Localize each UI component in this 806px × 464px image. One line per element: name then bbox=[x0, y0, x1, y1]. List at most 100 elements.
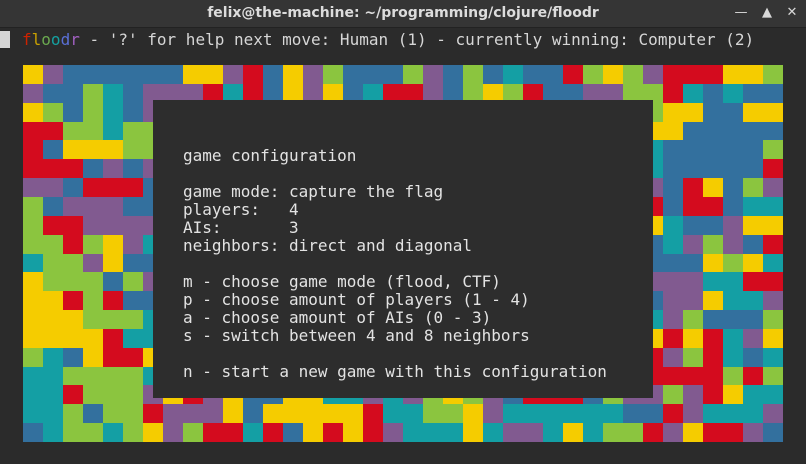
board-cell bbox=[763, 102, 784, 122]
board-cell bbox=[83, 385, 104, 405]
board-cell bbox=[763, 159, 784, 179]
board-cell bbox=[703, 347, 724, 367]
board-cell bbox=[663, 385, 684, 405]
board-cell bbox=[43, 102, 64, 122]
minimize-icon[interactable]: — bbox=[734, 6, 748, 20]
help-ais: a - choose amount of AIs (0 - 3) bbox=[183, 308, 492, 327]
board-cell bbox=[63, 140, 84, 160]
ais-line: AIs: 3 bbox=[183, 218, 299, 237]
board-cell bbox=[563, 65, 584, 85]
help-neighbors: s - switch between 4 and 8 neighbors bbox=[183, 326, 530, 345]
board-cell bbox=[63, 385, 84, 405]
board-cell bbox=[703, 215, 724, 235]
board-cell bbox=[123, 385, 144, 405]
terminal-area[interactable]: floodr - '?' for help next move: Human (… bbox=[0, 28, 806, 464]
board-cell bbox=[663, 404, 684, 424]
board-cell bbox=[723, 347, 744, 367]
board-cell bbox=[183, 65, 204, 85]
board-cell bbox=[23, 140, 44, 160]
board-cell bbox=[663, 291, 684, 311]
board-cell bbox=[283, 404, 304, 424]
board-cell bbox=[443, 404, 464, 424]
board-cell bbox=[23, 253, 44, 273]
board-cell bbox=[103, 423, 124, 443]
board-cell bbox=[683, 272, 704, 292]
board-cell bbox=[723, 159, 744, 179]
board-cell bbox=[683, 178, 704, 198]
board-cell bbox=[403, 65, 424, 85]
board-cell bbox=[23, 196, 44, 217]
board-cell bbox=[763, 83, 784, 103]
board-cell bbox=[683, 102, 704, 122]
board-cell bbox=[723, 291, 744, 311]
board-cell bbox=[163, 423, 184, 443]
board-cell bbox=[63, 310, 84, 330]
board-cell bbox=[723, 196, 744, 217]
board-cell bbox=[83, 366, 104, 386]
board-cell bbox=[683, 404, 704, 424]
board-cell bbox=[763, 178, 784, 198]
board-cell bbox=[663, 272, 684, 292]
board-cell bbox=[43, 366, 64, 386]
title-bar[interactable]: felix@the-machine: ~/programming/clojure… bbox=[0, 0, 806, 28]
board-cell bbox=[523, 404, 544, 424]
board-cell bbox=[763, 291, 784, 311]
terminal-window: felix@the-machine: ~/programming/clojure… bbox=[0, 0, 806, 464]
board-cell bbox=[763, 234, 784, 254]
board-cell bbox=[623, 423, 644, 443]
board-cell bbox=[43, 215, 64, 235]
board-cell bbox=[723, 272, 744, 292]
neighbors-line: neighbors: direct and diagonal bbox=[183, 236, 472, 255]
board-cell bbox=[103, 102, 124, 122]
board-cell bbox=[683, 196, 704, 217]
board-cell bbox=[83, 310, 104, 330]
board-cell bbox=[43, 272, 64, 292]
board-cell bbox=[23, 83, 44, 103]
board-cell bbox=[763, 310, 784, 330]
board-cell bbox=[383, 404, 404, 424]
board-cell bbox=[43, 83, 64, 103]
board-cell bbox=[743, 102, 764, 122]
board-cell bbox=[503, 404, 524, 424]
board-cell bbox=[643, 423, 664, 443]
board-cell bbox=[683, 65, 704, 85]
board-cell bbox=[763, 385, 784, 405]
board-cell bbox=[503, 423, 524, 443]
board-cell bbox=[743, 328, 764, 349]
board-cell bbox=[203, 423, 224, 443]
board-cell bbox=[103, 215, 124, 235]
board-cell bbox=[543, 65, 564, 85]
board-cell bbox=[603, 65, 624, 85]
board-cell bbox=[103, 385, 124, 405]
board-cell bbox=[83, 404, 104, 424]
maximize-icon[interactable]: ▲ bbox=[760, 6, 774, 20]
board-cell bbox=[683, 215, 704, 235]
board-cell bbox=[703, 121, 724, 141]
board-cell bbox=[63, 291, 84, 311]
board-cell bbox=[623, 65, 644, 85]
board-cell bbox=[363, 423, 384, 443]
board-cell bbox=[43, 310, 64, 330]
board-cell bbox=[743, 215, 764, 235]
board-cell bbox=[603, 404, 624, 424]
board-cell bbox=[683, 140, 704, 160]
board-cell bbox=[423, 423, 444, 443]
board-cell bbox=[123, 215, 144, 235]
board-cell bbox=[743, 253, 764, 273]
board-cell bbox=[23, 385, 44, 405]
board-cell bbox=[723, 121, 744, 141]
board-cell bbox=[483, 65, 504, 85]
board-cell bbox=[103, 310, 124, 330]
board-cell bbox=[143, 404, 164, 424]
board-cell bbox=[83, 83, 104, 103]
close-icon[interactable]: ✕ bbox=[785, 6, 799, 20]
board-cell bbox=[63, 328, 84, 349]
board-cell bbox=[43, 159, 64, 179]
board-cell bbox=[103, 328, 124, 349]
board-cell bbox=[763, 404, 784, 424]
board-cell bbox=[63, 215, 84, 235]
board-cell bbox=[683, 310, 704, 330]
board-cell bbox=[63, 234, 84, 254]
board-cell bbox=[763, 253, 784, 273]
board-cell bbox=[743, 385, 764, 405]
